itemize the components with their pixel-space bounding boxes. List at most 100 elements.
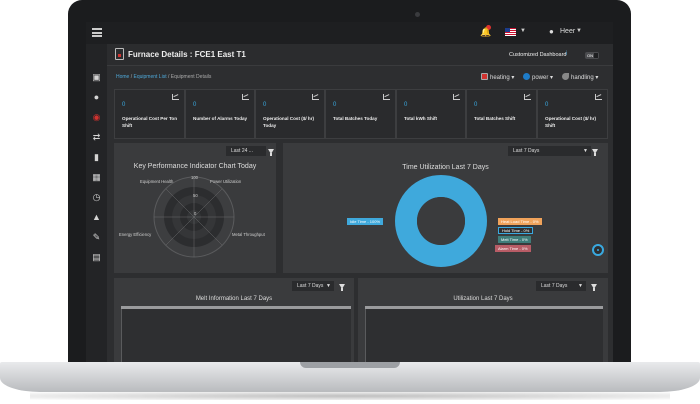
webcam: [415, 12, 420, 17]
panel-title: Melt Information Last 7 Days: [195, 296, 273, 302]
kpi-value: 0: [545, 102, 549, 108]
kpi-value: 0: [404, 102, 408, 108]
time-range-value: Last 7 Days: [297, 283, 324, 289]
axis-label: Equipment Health: [140, 179, 174, 184]
line-chart-icon[interactable]: [524, 94, 531, 100]
kpi-card[interactable]: 0 Operational Cost Per Ton Shift: [114, 89, 185, 139]
filter-icon[interactable]: [592, 149, 598, 156]
line-chart-icon[interactable]: [242, 94, 249, 100]
panel-title: Time Utilization Last 7 Days: [402, 164, 489, 171]
briefcase-icon[interactable]: ▣: [91, 72, 102, 83]
scale-label: 0: [194, 211, 197, 216]
transfer-icon[interactable]: ⇄: [91, 132, 102, 143]
user-icon[interactable]: ●: [91, 92, 102, 103]
legend-heat-load-time: Heat Load Time - 0%: [498, 218, 542, 225]
heating-label: heating: [490, 75, 510, 81]
sidebar: ▣ ● ◉ ⇄ ▮ ▦ ◷ ▲ ✎ ▤: [86, 44, 107, 362]
breadcrumb-current: Equipment Details: [170, 74, 212, 80]
us-flag-icon[interactable]: [505, 28, 516, 36]
breadcrumb-equipment-list[interactable]: Equipment List: [134, 74, 167, 80]
utilization-panel: Last 7 Days ▼ Utilization Last 7 Days: [358, 278, 608, 362]
melt-information-panel: Last 7 Days ▼ Melt Information Last 7 Da…: [114, 278, 354, 362]
line-chart-icon[interactable]: [172, 94, 179, 100]
customized-dashboard-toggle[interactable]: ON: [585, 52, 599, 59]
line-chart-icon[interactable]: [312, 94, 319, 100]
bell-icon[interactable]: 🔔: [480, 27, 491, 38]
clock-icon[interactable]: ◷: [91, 192, 102, 203]
kpi-label: Operational Cost ($/ hr) Shift: [545, 116, 597, 128]
kpi-label: Total kWh Shift: [404, 116, 438, 121]
scale-label: 100: [191, 175, 198, 180]
wrench-icon[interactable]: ✎: [91, 232, 102, 243]
time-range-select[interactable]: Last 7 Days ▼: [536, 281, 586, 291]
customized-dashboard-label: Customized Dashboard: [509, 52, 567, 58]
menu-icon[interactable]: [92, 28, 102, 37]
line-chart-icon[interactable]: [595, 94, 602, 100]
axis-label: Energy Efficiency: [119, 232, 152, 237]
time-range-value: Last 7 Days: [513, 148, 540, 154]
bar-chart-icon[interactable]: ▮: [91, 152, 102, 163]
chevron-down-icon[interactable]: ▼: [520, 28, 526, 34]
user-icon[interactable]: ●: [549, 27, 554, 36]
time-range-select[interactable]: Last 7 Days ▼: [508, 146, 591, 156]
help-button[interactable]: [592, 244, 604, 256]
kpi-value: 0: [263, 102, 267, 108]
furnace-icon[interactable]: ◉: [91, 112, 102, 123]
line-chart-icon[interactable]: [383, 94, 390, 100]
kpi-card[interactable]: 0 Number of Alarms Today: [185, 89, 255, 139]
radar-chart: [153, 176, 235, 258]
filter-icon[interactable]: [591, 284, 597, 291]
breadcrumb-separator: /: [130, 74, 133, 80]
laptop-shadow: [30, 392, 670, 400]
panel-title: Key Performance Indicator Chart Today: [133, 163, 257, 170]
heating-icon: [481, 73, 488, 80]
scale-label: 50: [193, 193, 198, 198]
chevron-down-icon: ▼: [326, 283, 331, 289]
page-header: Furnace Details : FCE1 East T1 Customize…: [107, 44, 613, 66]
axis-label: Power Utilization: [210, 179, 242, 184]
legend-melt-time: Melt Time - 0%: [498, 236, 531, 243]
legend-idle-time: Idle Time - 100%: [347, 218, 384, 225]
y-axis: [365, 309, 366, 362]
book-icon[interactable]: ▤: [91, 252, 102, 263]
time-utilization-panel: Last 7 Days ▼ Time Utilization Last 7 Da…: [283, 143, 608, 273]
power-dropdown[interactable]: power ▾: [523, 73, 553, 81]
info-icon[interactable]: i: [566, 51, 567, 57]
chevron-down-icon[interactable]: ▼: [576, 28, 582, 34]
time-range-select[interactable]: Last 24 ...: [226, 146, 266, 156]
kpi-card[interactable]: 0 Total Batches Shift: [466, 89, 537, 139]
line-chart-icon[interactable]: [453, 94, 460, 100]
kpi-value: 0: [193, 102, 197, 108]
kpi-label: Number of Alarms Today: [193, 116, 248, 121]
breadcrumb-home[interactable]: Home: [116, 74, 129, 80]
kpi-value: 0: [333, 102, 337, 108]
handling-icon: [562, 73, 569, 80]
power-icon: [523, 73, 530, 80]
time-range-select[interactable]: Last 7 Days ▼: [292, 281, 334, 291]
power-label: power: [532, 75, 549, 81]
chart-series-bar: [365, 306, 603, 309]
utilization-chart-area: [365, 306, 603, 362]
panel-title: Utilization Last 7 Days: [453, 296, 513, 302]
kpi-card[interactable]: 0 Total Batches Today: [325, 89, 396, 139]
kpi-card[interactable]: 0 Total kWh Shift: [396, 89, 466, 139]
heating-dropdown[interactable]: heating ▾: [481, 73, 514, 81]
kpi-card[interactable]: 0 Operational Cost ($/ hr) Today: [255, 89, 325, 139]
chevron-down-icon: ▼: [578, 283, 583, 289]
filter-icon[interactable]: [268, 149, 274, 156]
breadcrumb: Home / Equipment List / Equipment Detail…: [116, 74, 211, 80]
time-range-value: Last 7 Days: [541, 283, 568, 289]
top-bar: 🔔 ▼ ● Heer ▼: [86, 22, 613, 44]
donut-chart: [395, 175, 487, 267]
furnace-icon: [115, 48, 124, 60]
kpi-label: Operational Cost ($/ hr) Today: [263, 116, 315, 128]
app-screen: 🔔 ▼ ● Heer ▼ ▣ ● ◉ ⇄ ▮ ▦ ◷ ▲ ✎ ▤ Furnace…: [86, 22, 613, 362]
user-name[interactable]: Heer: [560, 28, 575, 35]
chevron-down-icon: ▼: [583, 148, 588, 154]
calendar-icon[interactable]: ▦: [91, 172, 102, 183]
filter-icon[interactable]: [339, 284, 345, 291]
bell-icon[interactable]: ▲: [91, 212, 102, 223]
kpi-card[interactable]: 0 Operational Cost ($/ hr) Shift: [537, 89, 608, 139]
handling-dropdown[interactable]: handling ▾: [562, 73, 598, 81]
kpi-value: 0: [474, 102, 478, 108]
